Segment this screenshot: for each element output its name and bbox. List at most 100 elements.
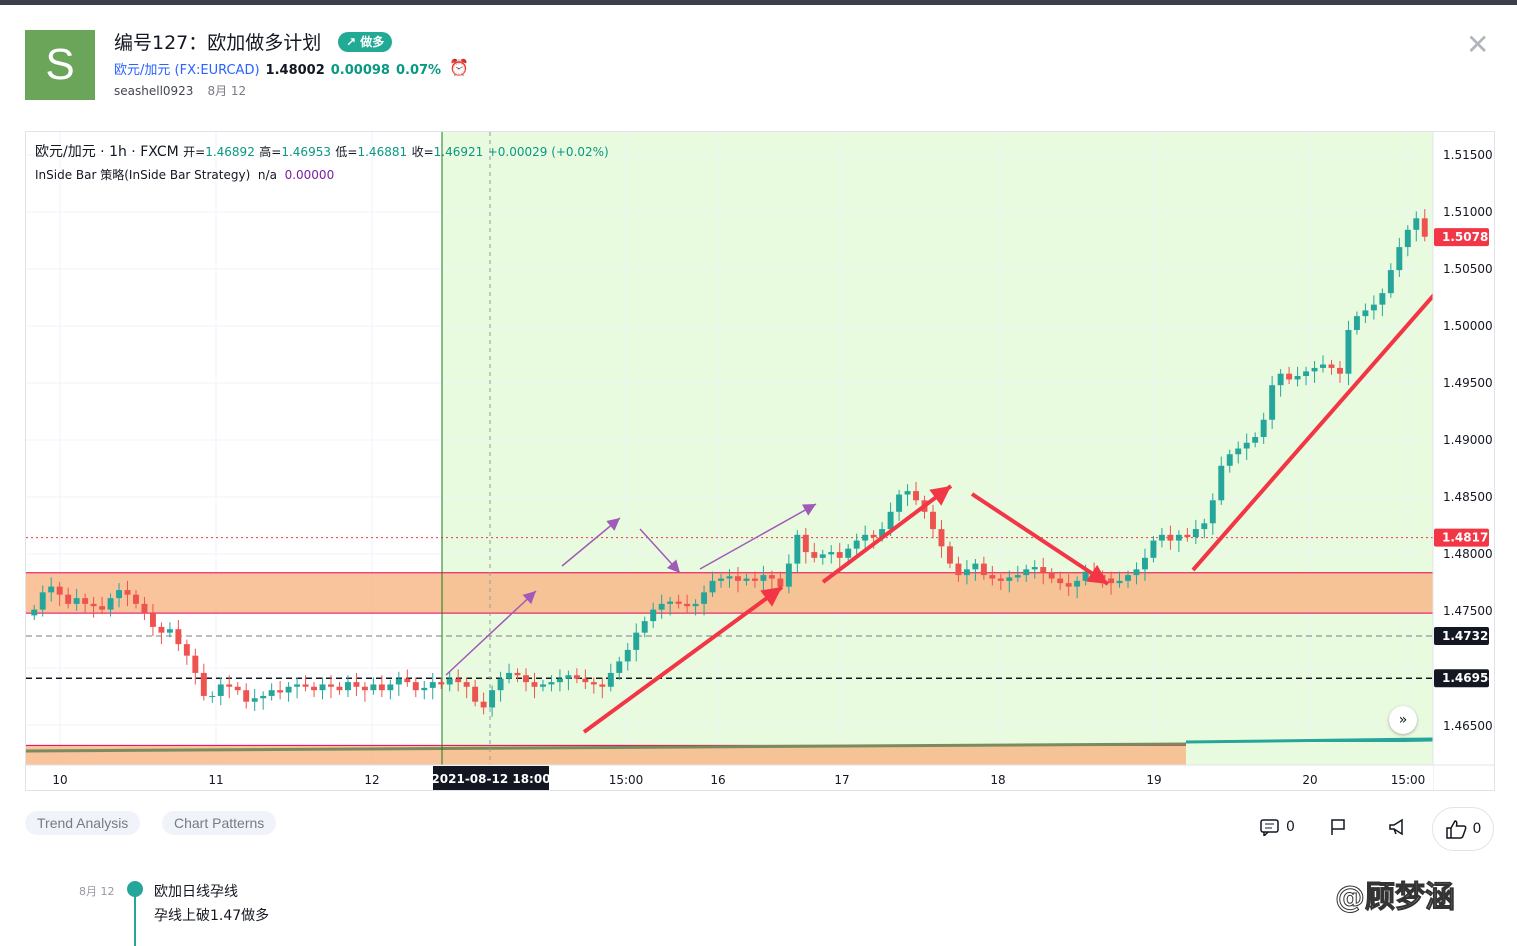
- candle-body: [1337, 367, 1343, 374]
- candle-body: [768, 575, 775, 579]
- candle-body: [378, 684, 385, 691]
- idea-title: 编号127：欧加做多计划: [114, 32, 322, 54]
- price-chart[interactable]: 1.51500 1.51000 1.50500 1.50000 1.49500 1.490…: [26, 132, 1495, 791]
- avatar[interactable]: S: [25, 30, 95, 100]
- long-badge: ↗ 做多: [338, 32, 393, 52]
- symbol-name[interactable]: 欧元/加元: [114, 63, 170, 78]
- candle-body: [930, 511, 936, 530]
- candle-body: [472, 686, 479, 702]
- candle-body: [1235, 448, 1242, 455]
- y-tick-label: 1.51000: [1443, 205, 1493, 219]
- candle-body: [336, 686, 343, 691]
- candle-body: [760, 575, 767, 581]
- candle-body: [463, 682, 470, 687]
- candle-body: [802, 534, 809, 553]
- timeline-line: [134, 890, 136, 946]
- candle-body: [853, 540, 860, 549]
- candle-body: [166, 629, 173, 633]
- like-button[interactable]: 0: [1432, 807, 1494, 851]
- candle-body: [777, 578, 784, 587]
- legend-high-label: 高=: [259, 145, 282, 159]
- candle-body: [192, 655, 199, 673]
- indicator-legend[interactable]: InSide Bar 策略(InSide Bar Strategy) n/a 0…: [35, 166, 334, 183]
- candle-body: [667, 601, 674, 604]
- candle-body: [819, 554, 826, 558]
- candle-body: [862, 534, 869, 541]
- candle-body: [1226, 454, 1233, 466]
- y-tick-label: 1.51500: [1443, 148, 1493, 162]
- price-label: 1.46954: [1442, 671, 1495, 685]
- flag-button[interactable]: [1329, 818, 1347, 836]
- close-icon[interactable]: ✕: [1466, 28, 1489, 61]
- candle-body: [149, 613, 156, 627]
- watermark: @顾梦涵: [1335, 880, 1456, 916]
- x-tick-label: 15:00: [609, 773, 644, 787]
- candle-body: [531, 682, 538, 687]
- megaphone-icon: [1389, 818, 1403, 836]
- candle-body: [1184, 534, 1191, 538]
- candle-body: [751, 578, 758, 581]
- indicator-value: 0.00000: [284, 168, 335, 182]
- candle-body: [1370, 304, 1377, 311]
- candle-body: [56, 586, 63, 595]
- candle-body: [251, 698, 258, 702]
- candle-body: [234, 686, 241, 691]
- highlight-region: [442, 132, 1433, 765]
- candle-body: [107, 598, 114, 610]
- candle-body: [395, 678, 402, 685]
- author-name[interactable]: seashell0923: [114, 84, 193, 98]
- candle-body: [361, 686, 368, 691]
- candle-body: [1421, 218, 1428, 237]
- price-label: 1.50787: [1442, 230, 1495, 244]
- timeline-date: 8月 12: [79, 885, 115, 898]
- chart-legend-ohlc: 欧元/加元 · 1h · FXCM 开=1.46892 高=1.46953 低=…: [35, 141, 609, 161]
- share-button[interactable]: [1388, 818, 1408, 836]
- candle-body: [548, 682, 555, 685]
- candle-body: [1065, 583, 1072, 587]
- candle-body: [963, 569, 970, 576]
- candle-body: [565, 675, 572, 679]
- candle-body: [48, 586, 55, 593]
- candle-body: [141, 603, 148, 614]
- candle-body: [344, 682, 351, 691]
- candle-body: [955, 563, 962, 576]
- candle-body: [183, 644, 190, 656]
- timeline-dot: [127, 881, 143, 897]
- symbol-code[interactable]: (FX:EURCAD): [175, 63, 260, 78]
- candle-body: [607, 672, 614, 687]
- avatar-letter: S: [45, 40, 75, 89]
- candle-body: [1141, 557, 1148, 570]
- candle-body: [1201, 523, 1208, 530]
- candle-body: [896, 494, 903, 512]
- candle-body: [1303, 371, 1310, 376]
- candle-body: [353, 682, 360, 687]
- candle-body: [506, 672, 513, 679]
- y-tick-label: 1.47500: [1443, 604, 1493, 618]
- candle-body: [1396, 247, 1403, 271]
- candle-body: [726, 576, 733, 579]
- candle-body: [1057, 578, 1064, 584]
- candle-body: [65, 594, 72, 604]
- candle-body: [311, 686, 318, 691]
- candle-body: [1048, 572, 1055, 579]
- candle-body: [1277, 373, 1284, 386]
- candle-body: [701, 592, 708, 604]
- candle-body: [1328, 364, 1335, 368]
- alarm-clock-icon[interactable]: ⏰: [449, 58, 469, 77]
- scroll-to-realtime-button[interactable]: »: [1389, 706, 1417, 734]
- candle-body: [1014, 575, 1021, 578]
- candle-body: [573, 675, 580, 679]
- candle-body: [997, 578, 1004, 581]
- comments-button[interactable]: 0: [1260, 818, 1295, 836]
- tag-trend-analysis[interactable]: Trend Analysis: [25, 811, 141, 835]
- candle-body: [870, 534, 877, 538]
- chart-panel[interactable]: 1.51500 1.51000 1.50500 1.50000 1.49500 1.490…: [25, 131, 1495, 791]
- legend-close-label: 收=: [411, 145, 434, 159]
- candle-body: [226, 684, 233, 687]
- trend-cover: [1186, 742, 1433, 765]
- candle-body: [1379, 293, 1386, 305]
- tag-chart-patterns[interactable]: Chart Patterns: [162, 811, 277, 835]
- candle-body: [1006, 577, 1013, 581]
- candle-body: [73, 598, 80, 604]
- symbol-link[interactable]: 欧元/加元 (FX:EURCAD): [114, 63, 260, 78]
